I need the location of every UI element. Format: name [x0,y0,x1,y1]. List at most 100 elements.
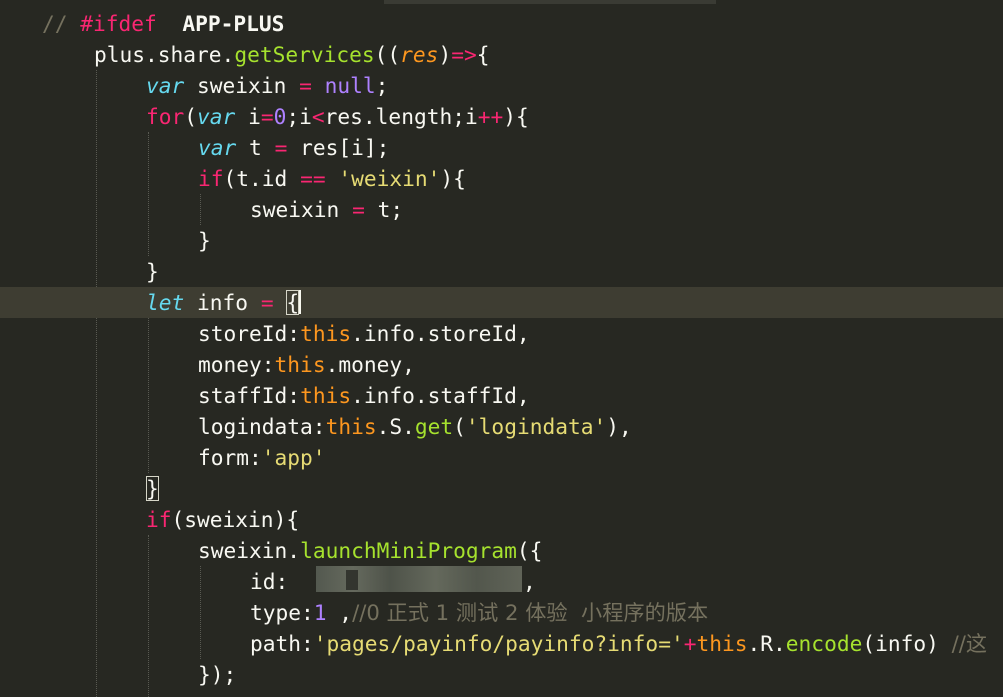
code-text: ) [438,42,452,67]
code-text: i [235,104,261,129]
code-text: .money, [325,352,415,377]
string-token: 'logindata' [465,414,607,439]
code-line-16[interactable]: } [0,473,1003,504]
code-text: }); [198,662,237,687]
code-text: sweixin [184,73,300,98]
code-text: ){ [503,104,529,129]
code-line-21[interactable]: path:'pages/payinfo/payinfo?info='+this.… [0,628,1003,659]
this-token: this [300,383,352,408]
code-text: plus.share. [94,42,235,67]
code-line-3[interactable]: var sweixin = null; [0,70,1003,101]
keyword-token: let [146,290,185,315]
code-text: ; [375,73,389,98]
function-token: launchMiniProgram [300,538,517,563]
operator-token: == [300,166,326,191]
operator-token: = [352,197,365,222]
code-line-7[interactable]: sweixin = t; [0,194,1003,225]
code-editor[interactable]: // #ifdef APP-PLUS plus.share.getService… [0,0,1003,697]
string-token: 'pages/payinfo/payinfo?info=' [313,631,684,656]
code-text: sweixin [250,197,353,222]
redacted-appid-blur [346,570,358,590]
code-text: .S. [376,414,415,439]
code-line-18[interactable]: sweixin.launchMiniProgram({ [0,535,1003,566]
code-text: res[i]; [287,135,390,160]
parameter-token: res [400,42,439,67]
code-text: staffId: [198,383,301,408]
code-text: ), [606,414,632,439]
this-token: this [300,321,352,346]
keyword-token: var [197,104,236,129]
operator-token: = [299,73,312,98]
code-text: t [236,135,275,160]
matched-bracket: } [146,476,159,501]
this-token: this [274,352,326,377]
preprocessor-token: #ifdef [80,11,157,36]
code-line-5[interactable]: var t = res[i]; [0,132,1003,163]
code-text: .info.storeId, [351,321,530,346]
code-line-17[interactable]: if(sweixin){ [0,504,1003,535]
code-text: info [184,290,261,315]
code-text: (sweixin){ [171,507,300,532]
operator-token: = [260,290,274,315]
code-text: (t.id [223,166,301,191]
code-line-2[interactable]: plus.share.getServices((res)=>{ [0,39,1003,70]
code-line-11[interactable]: storeId:this.info.storeId, [0,318,1003,349]
code-text: } [146,259,159,284]
code-line-9[interactable]: } [0,256,1003,287]
number-token: 1 [313,600,327,625]
code-text: ( [453,414,466,439]
code-text: t; [364,197,404,222]
code-line-14[interactable]: logindata:this.S.get('logindata'), [0,411,1003,442]
number-token: 0 [273,104,287,129]
code-text: money: [198,352,275,377]
code-text: , [523,569,536,594]
code-text: (( [374,42,401,67]
function-token: getServices [234,42,375,67]
keyword-token: if [146,507,172,532]
code-line-22[interactable]: }); [0,659,1003,690]
code-line-15[interactable]: form:'app' [0,442,1003,473]
code-text: sweixin. [198,538,301,563]
code-text: ;i [286,104,312,129]
code-line-20[interactable]: type:1 ,//0 正式 1 测试 2 体验 小程序的版本 [0,597,1003,628]
tab-strip-edge [384,0,716,4]
keyword-token: var [146,73,185,98]
keyword-token: for [146,104,185,129]
code-line-4[interactable]: for(var i=0;i<res.length;i++){ [0,101,1003,132]
code-line-12[interactable]: money:this.money, [0,349,1003,380]
matched-bracket: { [286,290,300,315]
code-text: res.length;i [324,104,478,129]
code-text: storeId: [198,321,301,346]
operator-token: = [260,104,274,129]
comment-token: //0 正式 1 测试 2 体验 小程序的版本 [352,600,709,625]
code-text: ){ [440,166,466,191]
code-line-8[interactable]: } [0,225,1003,256]
operator-token: ++ [477,104,504,129]
code-text: ( [184,104,198,129]
platform-token: APP-PLUS [182,11,285,36]
code-text: form: [198,445,262,470]
code-line-6[interactable]: if(t.id == 'weixin'){ [0,163,1003,194]
keyword-token: var [198,135,237,160]
comment-token: //这 [951,631,988,656]
code-text: , [326,600,353,625]
code-text: (info) [862,631,952,656]
code-text: { [476,42,490,67]
operator-token: + [683,631,697,656]
this-token: this [696,631,748,656]
comment-token: // [42,11,68,36]
operator-token: < [311,104,325,129]
string-token: 'app' [261,445,326,470]
code-line-10-current[interactable]: let info = { [0,287,1003,318]
code-text: logindata: [198,414,326,439]
code-line-13[interactable]: staffId:this.info.staffId, [0,380,1003,411]
operator-token: = [274,135,288,160]
code-text: } [198,228,211,253]
constant-token: null [324,73,376,98]
function-token: get [414,414,454,439]
code-line-1[interactable]: // #ifdef APP-PLUS [0,8,1003,39]
code-text: .R. [747,631,786,656]
